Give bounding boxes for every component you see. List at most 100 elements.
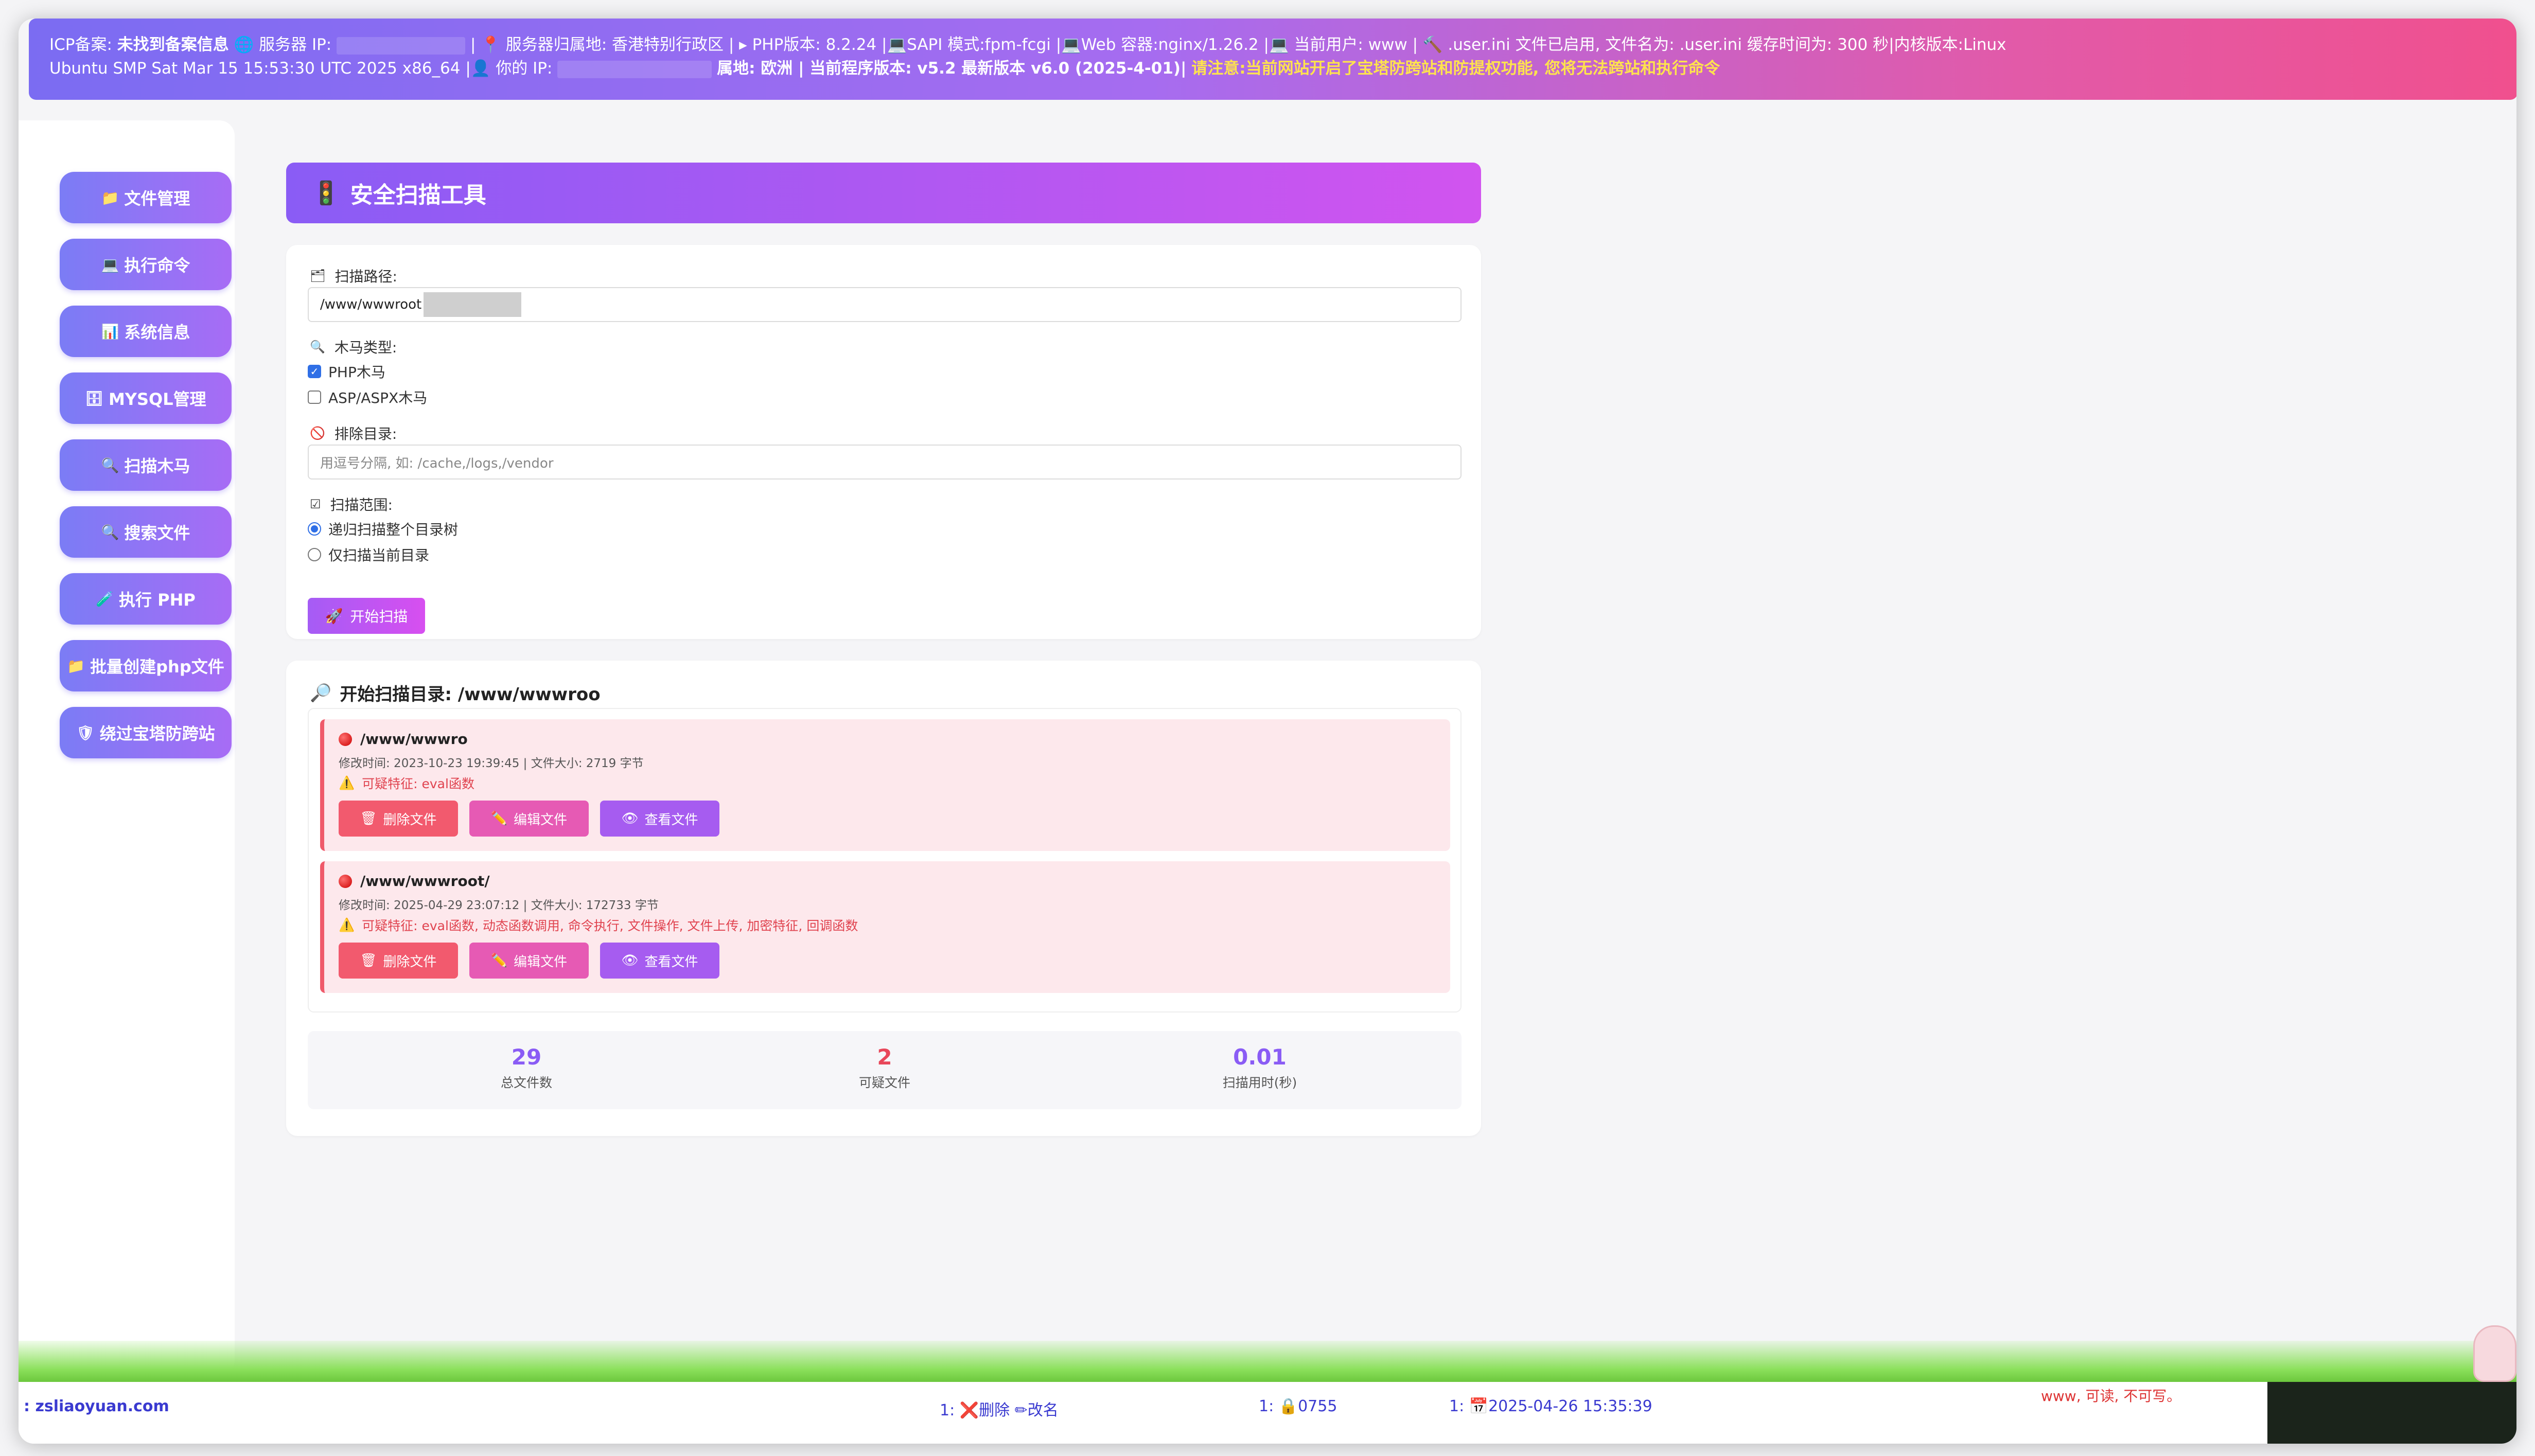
sidebar-item-label: 搜索文件 — [124, 523, 190, 543]
sidebar-item-bypass-baota[interactable]: 🛡 绕过宝塔防跨站 — [60, 707, 232, 758]
icp-value: 未找到备案信息 — [117, 35, 229, 54]
database-icon: 🗄 — [85, 389, 103, 407]
file-owner-status: www, 可读, 不可写。 — [2041, 1388, 2181, 1405]
stat-total-value: 29 — [511, 1044, 542, 1070]
red-circle-icon — [339, 874, 352, 888]
asp-trojan-checkbox[interactable] — [308, 390, 321, 404]
page-title-bar: 🚦 安全扫描工具 — [286, 163, 1481, 223]
search-icon: 🔍 — [310, 340, 325, 354]
file-meta: 修改时间: 2025-04-29 23:07:12 | 文件大小: 172733… — [339, 899, 659, 912]
sidebar-item-label: 批量创建php文件 — [90, 657, 224, 677]
php-trojan-label: PHP木马 — [328, 364, 385, 381]
chart-icon: 📊 — [101, 323, 119, 340]
file-permission[interactable]: 1: 🔒0755 — [1259, 1397, 1337, 1415]
sidebar-item-batch-create-php[interactable]: 📁 批量创建php文件 — [60, 640, 232, 691]
file-path-row: /www/wwwro — [339, 731, 468, 748]
stat-time-value: 0.01 — [1233, 1044, 1287, 1070]
folder-icon: 🗂 — [310, 269, 326, 283]
view-file-label: 查看文件 — [644, 812, 698, 828]
red-circle-icon — [339, 732, 352, 746]
asp-trojan-option[interactable]: ASP/ASPX木马 — [308, 387, 427, 407]
sidebar-item-label: 执行 PHP — [119, 590, 196, 610]
sidebar-item-label: 系统信息 — [124, 323, 190, 342]
results-title: 开始扫描目录: /www/wwwroo — [340, 684, 601, 705]
scope-recursive-radio[interactable] — [308, 522, 321, 536]
php-trojan-option[interactable]: ✓ PHP木马 — [308, 361, 385, 382]
stat-suspicious-files: 2 可疑文件 — [782, 1044, 988, 1091]
scope-label-row: ☑ 扫描范围: — [310, 494, 393, 514]
sidebar-item-execute-php[interactable]: 🧪 执行 PHP — [60, 573, 232, 625]
file-features: 可疑特征: eval函数, 动态函数调用, 命令执行, 文件操作, 文件上传, … — [362, 918, 858, 933]
sidebar-item-system-info[interactable]: 📊 系统信息 — [60, 306, 232, 357]
page-title: 安全扫描工具 — [350, 182, 486, 208]
view-file-label: 查看文件 — [644, 954, 698, 970]
scope-current-option[interactable]: 仅扫描当前目录 — [308, 544, 429, 565]
delete-file-button[interactable]: 🗑 删除文件 — [339, 943, 458, 979]
eye-icon: 👁 — [621, 953, 639, 968]
delete-file-label: 删除文件 — [383, 812, 437, 828]
scope-current-radio[interactable] — [308, 548, 321, 561]
exclude-label: 排除目录: — [334, 425, 397, 442]
terminal-icon: 💻 — [101, 256, 119, 273]
php-trojan-checkbox[interactable]: ✓ — [308, 365, 321, 378]
file-actions-text[interactable]: 1: ❌删除 ✏改名 — [940, 1397, 1059, 1420]
green-overlay-band — [19, 1341, 2516, 1382]
warning-icon: ⚠️ — [339, 917, 355, 932]
pencil-icon: ✏️ — [490, 953, 508, 968]
file-meta: 修改时间: 2023-10-23 19:39:45 | 文件大小: 2719 字… — [339, 757, 644, 770]
sidebar-item-execute-command[interactable]: 💻 执行命令 — [60, 239, 232, 290]
shield-icon: 🛡 — [76, 724, 95, 741]
trojan-type-label-row: 🔍 木马类型: — [310, 336, 397, 357]
scan-results-card: 🔎 开始扫描目录: /www/wwwroo /www/wwwro 修改时间: 2… — [286, 661, 1481, 1136]
suspicious-file-entry: /www/wwwroot/ 修改时间: 2025-04-29 23:07:12 … — [320, 861, 1450, 993]
search-icon: 🔍 — [101, 523, 119, 541]
exclude-label-row: 🚫 排除目录: — [310, 423, 397, 443]
file-date: 1: 📅2025-04-26 15:35:39 — [1449, 1397, 1652, 1415]
scan-icon: 🔍 — [101, 456, 119, 474]
view-file-button[interactable]: 👁 查看文件 — [600, 943, 719, 979]
edit-file-button[interactable]: ✏️ 编辑文件 — [469, 943, 589, 979]
sidebar-item-label: 执行命令 — [124, 256, 190, 275]
version-info: 属地: 欧洲 | 当前程序版本: v5.2 最新版本 v6.0 (2025-4-… — [717, 59, 1187, 78]
file-actions: 🗑 删除文件 ✏️ 编辑文件 👁 查看文件 — [339, 801, 719, 837]
server-details: | 📍 服务器归属地: 香港特别行政区 | ▸ PHP版本: 8.2.24 |💻… — [470, 35, 2006, 54]
sidebar-item-file-manager[interactable]: 📁 文件管理 — [60, 172, 232, 223]
checkbox-icon: ☑ — [310, 497, 321, 511]
edit-file-button[interactable]: ✏️ 编辑文件 — [469, 801, 589, 837]
delete-file-button[interactable]: 🗑 删除文件 — [339, 801, 458, 837]
pencil-icon: ✏️ — [490, 811, 508, 826]
icp-label: ICP备案: — [49, 35, 112, 54]
scan-path-input[interactable]: /www/wwwroot — [308, 287, 1462, 322]
stat-total-files: 29 总文件数 — [424, 1044, 629, 1091]
server-ip-redacted — [337, 37, 466, 55]
suspicious-file-entry: /www/wwwro 修改时间: 2023-10-23 19:39:45 | 文… — [320, 719, 1450, 851]
server-ip-label: 🌐 服务器 IP: — [234, 35, 332, 54]
background-image-thumbnail — [2267, 1382, 2516, 1444]
sidebar-item-mysql[interactable]: 🗄 MYSQL管理 — [60, 372, 232, 424]
results-title-row: 🔎 开始扫描目录: /www/wwwroo — [310, 680, 601, 705]
folder-icon: 📁 — [101, 189, 119, 206]
stat-suspicious-label: 可疑文件 — [858, 1075, 910, 1090]
sidebar-item-label: 文件管理 — [124, 189, 190, 208]
warning-notice: 请注意:当前网站开启了宝塔防跨站和防提权功能, 您将无法跨站和执行命令 — [1191, 59, 1720, 78]
scope-recursive-label: 递归扫描整个目录树 — [328, 521, 459, 538]
sidebar-item-label: 绕过宝塔防跨站 — [99, 724, 215, 743]
rocket-icon: 🚀 — [325, 607, 343, 625]
server-info-bar: ICP备案: 未找到备案信息 🌐 服务器 IP: | 📍 服务器归属地: 香港特… — [29, 19, 2516, 100]
exclude-dirs-input[interactable]: 用逗号分隔, 如: /cache,/logs,/vendor — [308, 445, 1462, 480]
site-link[interactable]: : zsliaoyuan.com — [24, 1397, 169, 1415]
scope-recursive-option[interactable]: 递归扫描整个目录树 — [308, 519, 458, 539]
sidebar-item-search-files[interactable]: 🔍 搜索文件 — [60, 506, 232, 558]
start-scan-button[interactable]: 🚀 开始扫描 — [308, 598, 425, 634]
scan-path-label: 扫描路径: — [335, 268, 397, 285]
view-file-button[interactable]: 👁 查看文件 — [600, 801, 719, 837]
folder-icon: 📁 — [67, 657, 85, 674]
exclude-placeholder: 用逗号分隔, 如: /cache,/logs,/vendor — [320, 455, 554, 471]
stat-suspicious-value: 2 — [877, 1044, 892, 1070]
mascot-icon[interactable] — [2473, 1325, 2516, 1382]
client-ip-redacted — [557, 60, 712, 78]
eye-icon: 👁 — [621, 811, 639, 826]
edit-file-label: 编辑文件 — [514, 954, 568, 970]
edit-file-label: 编辑文件 — [514, 812, 568, 828]
sidebar-item-scan-trojan[interactable]: 🔍 扫描木马 — [60, 439, 232, 491]
